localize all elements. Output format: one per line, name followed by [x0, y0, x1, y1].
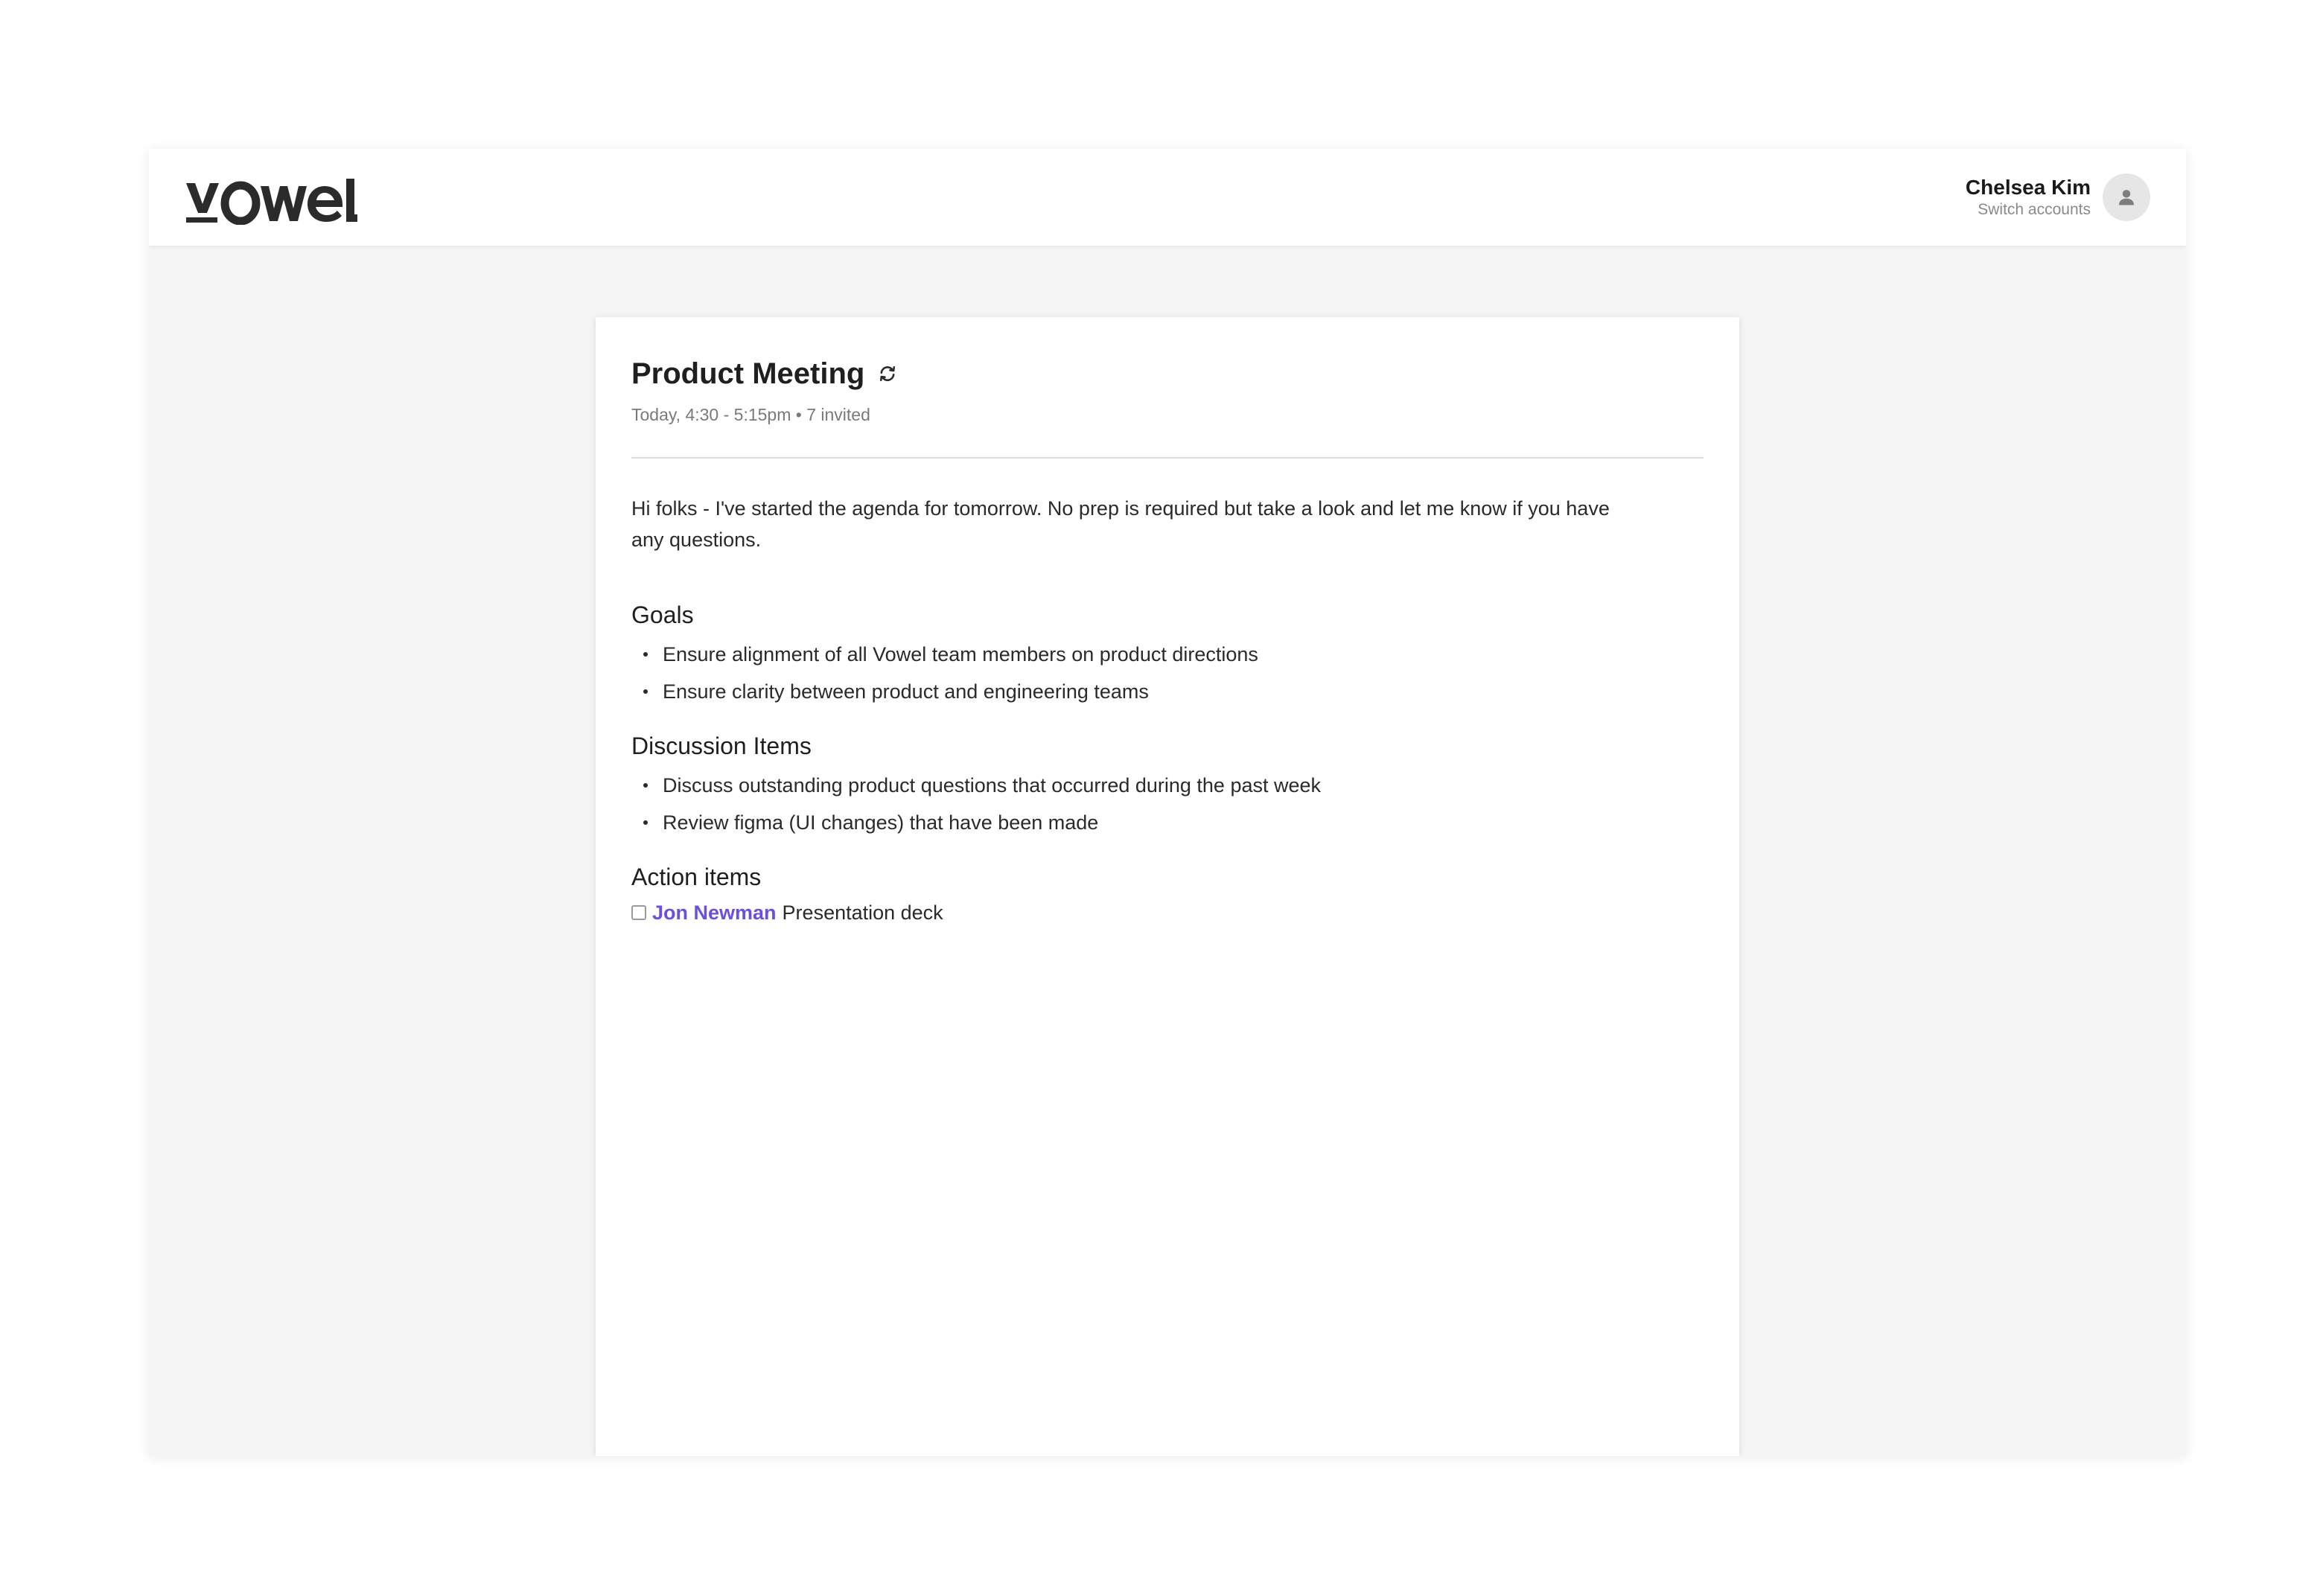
intro-text[interactable]: Hi folks - I've started the agenda for t… [631, 493, 1629, 555]
list-item[interactable]: Ensure alignment of all Vowel team membe… [631, 636, 1704, 673]
top-bar: Chelsea Kim Switch accounts [149, 149, 2186, 246]
vowel-logo-mark [186, 179, 357, 225]
account-name: Chelsea Kim [1965, 176, 2091, 199]
bullet-icon [643, 689, 648, 694]
list-item-text: Ensure alignment of all Vowel team membe… [663, 643, 1258, 665]
title-row: Product Meeting [631, 353, 1704, 395]
action-item-checkbox[interactable] [631, 905, 646, 920]
sync-icon-glyph [880, 366, 896, 382]
list-item[interactable]: Ensure clarity between product and engin… [631, 673, 1704, 710]
app-window: Chelsea Kim Switch accounts Product Meet… [149, 149, 2186, 1456]
assignee-mention[interactable]: Jon Newman [652, 901, 777, 925]
agenda-document: Product Meeting Today, 4:30 - 5:15pm • 7… [596, 317, 1739, 1456]
goals-heading[interactable]: Goals [631, 598, 1704, 631]
goals-list: Ensure alignment of all Vowel team membe… [631, 636, 1704, 710]
discussion-list: Discuss outstanding product questions th… [631, 767, 1704, 841]
user-icon [2119, 190, 2134, 205]
account-text: Chelsea Kim Switch accounts [1966, 175, 2091, 220]
account-switcher[interactable]: Chelsea Kim Switch accounts [1966, 173, 2150, 221]
discussion-heading[interactable]: Discussion Items [631, 730, 1704, 762]
bullet-icon [643, 783, 648, 788]
vowel-logo[interactable] [185, 171, 357, 225]
avatar[interactable] [2103, 173, 2150, 221]
sync-icon[interactable] [876, 363, 899, 385]
list-item[interactable]: Discuss outstanding product questions th… [631, 767, 1704, 804]
agenda-content: Product Meeting Today, 4:30 - 5:15pm • 7… [631, 353, 1704, 929]
action-item: Jon Newman Presentation deck [631, 896, 1704, 929]
action-item-text[interactable]: Presentation deck [783, 901, 943, 925]
action-items-heading[interactable]: Action items [631, 861, 1704, 893]
list-item-text: Ensure clarity between product and engin… [663, 680, 1149, 703]
page-title: Product Meeting [631, 357, 865, 390]
list-item[interactable]: Review figma (UI changes) that have been… [631, 804, 1704, 841]
meeting-meta: Today, 4:30 - 5:15pm • 7 invited [631, 405, 870, 424]
bullet-icon [643, 652, 648, 657]
list-item-text: Discuss outstanding product questions th… [663, 774, 1322, 797]
bullet-icon [643, 820, 648, 825]
list-item-text: Review figma (UI changes) that have been… [663, 811, 1099, 834]
divider [631, 457, 1704, 459]
switch-accounts-link[interactable]: Switch accounts [1966, 200, 2091, 220]
